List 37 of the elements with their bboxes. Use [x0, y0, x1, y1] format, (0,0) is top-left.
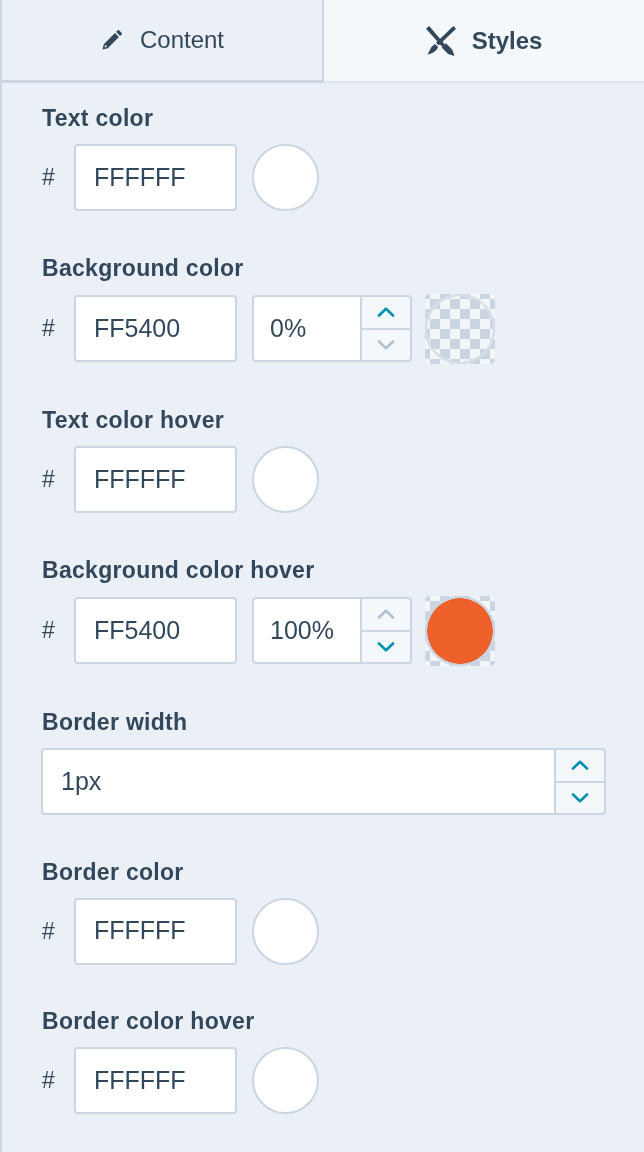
hash-prefix: #: [42, 317, 56, 340]
tab[interactable]: Styles: [324, 0, 644, 83]
chevron-up-icon: [571, 760, 589, 771]
field-label: Border width: [42, 710, 188, 734]
chevron-down-icon: [377, 339, 395, 350]
hash-prefix: #: [42, 166, 56, 189]
hash-prefix: #: [42, 619, 56, 642]
hash-prefix: #: [42, 919, 56, 943]
opacity-input[interactable]: 0%: [252, 295, 360, 362]
field-label: Text color hover: [42, 408, 225, 432]
brush-pen-icon: [425, 25, 456, 56]
field-label: Background color: [42, 255, 244, 280]
hex-input[interactable]: FFFFFF: [74, 897, 237, 965]
color-swatch[interactable]: [425, 293, 495, 364]
hex-input[interactable]: FFFFFF: [74, 446, 237, 513]
hex-input[interactable]: FFFFFF: [74, 1047, 237, 1114]
opacity-input[interactable]: 100%: [252, 597, 360, 664]
increment-button[interactable]: [360, 295, 412, 330]
field-label: Background color hover: [42, 557, 315, 582]
field-label: Text color: [42, 106, 154, 130]
hash-prefix: #: [42, 1069, 56, 1092]
decrement-button[interactable]: [554, 782, 606, 815]
color-swatch[interactable]: [425, 595, 495, 666]
chevron-up-icon: [377, 307, 395, 318]
field-label: Border color hover: [42, 1009, 255, 1033]
hex-input[interactable]: FF5400: [74, 295, 237, 362]
tab[interactable]: Content: [2, 0, 324, 83]
field-label: Border color: [42, 859, 184, 884]
number-input[interactable]: 1px: [41, 748, 554, 815]
chevron-down-icon: [377, 641, 395, 652]
decrement-button[interactable]: [360, 631, 412, 664]
hex-input[interactable]: FFFFFF: [74, 144, 237, 211]
increment-button[interactable]: [554, 748, 606, 783]
hex-input[interactable]: FF5400: [74, 597, 237, 664]
chevron-down-icon: [571, 792, 589, 803]
chevron-up-icon: [377, 609, 395, 620]
hash-prefix: #: [42, 468, 56, 491]
